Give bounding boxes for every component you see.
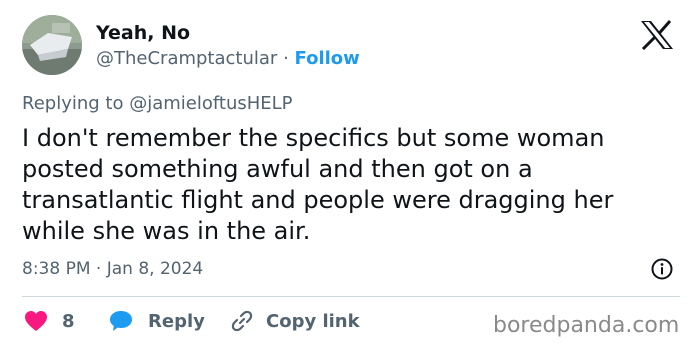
x-logo-icon[interactable] bbox=[640, 20, 674, 51]
reply-label: Reply bbox=[148, 310, 205, 332]
copy-link-label: Copy link bbox=[266, 310, 360, 332]
tweet-timestamp[interactable]: 8:38 PM · Jan 8, 2024 bbox=[22, 259, 203, 279]
user-handle[interactable]: @TheCramptactular bbox=[96, 48, 277, 69]
replying-to-label: Replying to bbox=[22, 93, 124, 114]
reply-button[interactable]: Reply bbox=[108, 307, 205, 335]
watermark: boredpanda.com bbox=[493, 313, 680, 338]
follow-button[interactable]: Follow bbox=[295, 48, 360, 69]
heart-icon bbox=[25, 311, 47, 331]
display-name[interactable]: Yeah, No bbox=[96, 22, 190, 44]
speech-bubble-icon bbox=[110, 311, 132, 331]
info-icon[interactable] bbox=[651, 258, 673, 280]
separator-dot: · bbox=[283, 48, 289, 69]
replying-to: Replying to @jamieloftusHELP bbox=[22, 93, 293, 114]
like-count: 8 bbox=[62, 310, 75, 332]
handle-row: @TheCramptactular · Follow bbox=[96, 48, 360, 69]
avatar[interactable] bbox=[22, 15, 82, 75]
link-icon bbox=[231, 310, 253, 332]
reply-mention-link[interactable]: @jamieloftusHELP bbox=[129, 93, 292, 114]
copy-link-button[interactable]: Copy link bbox=[230, 307, 360, 335]
divider bbox=[22, 296, 680, 297]
like-button[interactable]: 8 bbox=[24, 307, 75, 335]
tweet-text: I don't remember the specifics but some … bbox=[22, 124, 614, 245]
